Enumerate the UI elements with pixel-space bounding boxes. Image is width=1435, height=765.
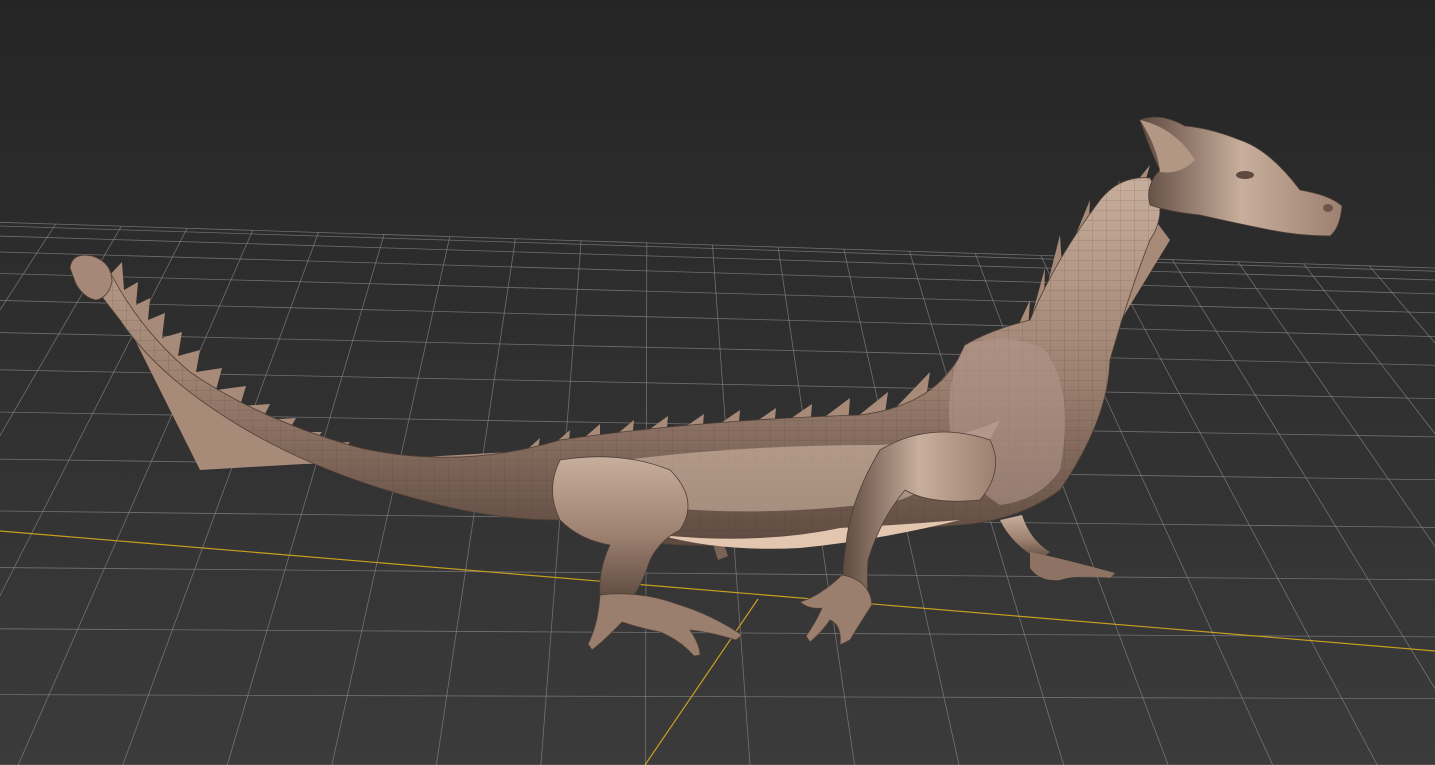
perspective-viewport[interactable]: [0, 0, 1435, 765]
dragon-nostril: [1323, 204, 1333, 212]
dragon-eye: [1236, 171, 1254, 179]
